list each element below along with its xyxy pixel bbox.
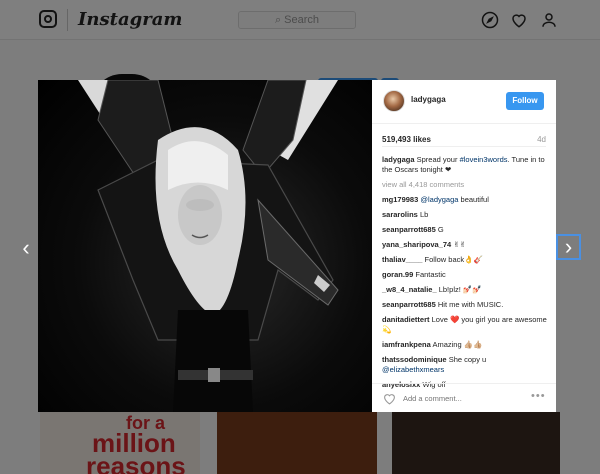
mention-link[interactable]: @elizabethxmears bbox=[382, 365, 444, 374]
comment-username[interactable]: thaliav____ bbox=[382, 255, 422, 264]
view-all-comments-link[interactable]: view all 4,418 comments bbox=[382, 180, 548, 190]
user-avatar[interactable] bbox=[383, 90, 405, 112]
comment-item: iamfrankpena Amazing 👍🏼👍🏼 bbox=[382, 340, 483, 349]
comment-item: _w8_4_natalie_ Lb!plz! 💅🏻💅🏻 bbox=[382, 285, 482, 294]
photo-illustration bbox=[78, 80, 339, 412]
comment-item: mg179983 @ladygaga beautiful bbox=[382, 195, 489, 204]
post-detail-panel: ladygaga Follow 519,493 likes 4d ladygag… bbox=[372, 80, 556, 412]
comment-username[interactable]: iamfrankpena bbox=[382, 340, 431, 349]
comment-item: danitadiettert Love ❤️ you girl you are … bbox=[382, 315, 547, 334]
comment-username[interactable]: sararolins bbox=[382, 210, 418, 219]
comment-item: seanparrott685 G bbox=[382, 225, 444, 234]
comment-username[interactable]: seanparrott685 bbox=[382, 300, 436, 309]
comment-username[interactable]: danitadiettert bbox=[382, 315, 430, 324]
post-username[interactable]: ladygaga bbox=[411, 95, 446, 104]
caption: ladygaga Spread your #lovein3words. Tune… bbox=[382, 155, 545, 174]
comment-item: thatssodominique She copy u @elizabethxm… bbox=[382, 355, 487, 374]
post-timestamp[interactable]: 4d bbox=[537, 135, 546, 144]
comment-username[interactable]: seanparrott685 bbox=[382, 225, 436, 234]
mention-link[interactable]: @ladygaga bbox=[420, 195, 458, 204]
comments-list: ladygaga Spread your #lovein3words. Tune… bbox=[382, 155, 548, 395]
like-heart-icon[interactable] bbox=[383, 392, 396, 405]
comment-username[interactable]: yana_sharipova_74 bbox=[382, 240, 451, 249]
post-header: ladygaga Follow bbox=[372, 80, 556, 124]
follow-button[interactable]: Follow bbox=[506, 92, 544, 110]
next-post-arrow-icon[interactable]: › bbox=[556, 234, 581, 260]
comment-username[interactable]: thatssodominique bbox=[382, 355, 447, 364]
comment-footer: ••• bbox=[372, 383, 556, 412]
comment-username[interactable]: goran.99 bbox=[382, 270, 413, 279]
comment-item: thaliav____ Follow back👌🎸 bbox=[382, 255, 483, 264]
comment-item: sararolins Lb bbox=[382, 210, 429, 219]
add-comment-input[interactable] bbox=[403, 392, 523, 404]
previous-post-arrow-icon[interactable]: ‹ bbox=[14, 237, 38, 261]
comment-username[interactable]: _w8_4_natalie_ bbox=[382, 285, 437, 294]
more-options-icon[interactable]: ••• bbox=[531, 390, 546, 402]
caption-username[interactable]: ladygaga bbox=[382, 155, 415, 164]
likes-count[interactable]: 519,493 likes bbox=[382, 135, 431, 144]
comment-item: seanparrott685 Hit me with MUSIC. bbox=[382, 300, 504, 309]
post-photo bbox=[38, 80, 372, 412]
likes-row: 519,493 likes 4d bbox=[382, 135, 546, 147]
comment-username[interactable]: mg179983 bbox=[382, 195, 418, 204]
comment-item: yana_sharipova_74 ✌✌ bbox=[382, 240, 466, 249]
comment-item: goran.99 Fantastic bbox=[382, 270, 446, 279]
hashtag-link[interactable]: #lovein3words bbox=[460, 155, 508, 164]
